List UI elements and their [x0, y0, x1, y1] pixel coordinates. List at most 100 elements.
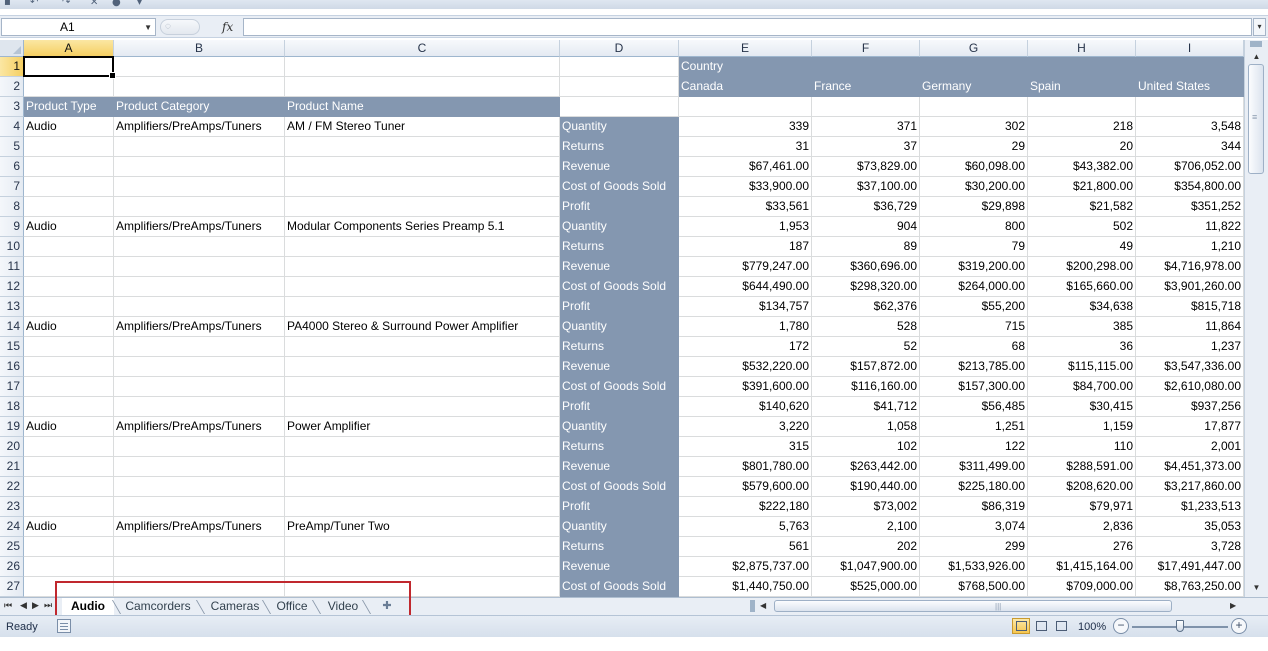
- value-cell[interactable]: 2,836: [1028, 517, 1136, 537]
- value-cell[interactable]: $311,499.00: [920, 457, 1028, 477]
- row-field-label[interactable]: Product Category: [114, 97, 285, 117]
- save-icon[interactable]: ▪: [4, 0, 11, 8]
- cell[interactable]: [114, 497, 285, 517]
- row-header[interactable]: 3: [0, 97, 24, 117]
- row-header[interactable]: 22: [0, 477, 24, 497]
- cell[interactable]: [285, 177, 560, 197]
- cell[interactable]: [560, 97, 679, 117]
- row-field-label[interactable]: Product Name: [285, 97, 560, 117]
- measure-label[interactable]: Quantity: [560, 517, 679, 537]
- cell[interactable]: [285, 397, 560, 417]
- cell[interactable]: [114, 477, 285, 497]
- value-cell[interactable]: 5,763: [679, 517, 812, 537]
- row-header[interactable]: 25: [0, 537, 24, 557]
- cell[interactable]: [1028, 57, 1136, 77]
- value-cell[interactable]: 2,001: [1136, 437, 1244, 457]
- cell[interactable]: [285, 297, 560, 317]
- value-cell[interactable]: $1,047,900.00: [812, 557, 920, 577]
- measure-label[interactable]: Quantity: [560, 317, 679, 337]
- value-cell[interactable]: $86,319: [920, 497, 1028, 517]
- product-category-cell[interactable]: Amplifiers/PreAmps/Tuners: [114, 417, 285, 437]
- cell[interactable]: [24, 177, 114, 197]
- zoom-level[interactable]: 100%: [1078, 619, 1106, 635]
- row-header[interactable]: 15: [0, 337, 24, 357]
- clear-icon[interactable]: ✕: [90, 0, 98, 8]
- measure-label[interactable]: Cost of Goods Sold: [560, 277, 679, 297]
- product-name-cell[interactable]: Power Amplifier: [285, 417, 560, 437]
- cell[interactable]: [285, 197, 560, 217]
- measure-label[interactable]: Returns: [560, 137, 679, 157]
- cell[interactable]: [24, 437, 114, 457]
- value-cell[interactable]: $30,200.00: [920, 177, 1028, 197]
- cell[interactable]: [114, 397, 285, 417]
- measure-label[interactable]: Profit: [560, 497, 679, 517]
- cell[interactable]: [560, 77, 679, 97]
- cell[interactable]: [285, 137, 560, 157]
- value-cell[interactable]: $525,000.00: [812, 577, 920, 597]
- cell[interactable]: [114, 197, 285, 217]
- measure-label[interactable]: Returns: [560, 537, 679, 557]
- value-cell[interactable]: 315: [679, 437, 812, 457]
- value-cell[interactable]: $55,200: [920, 297, 1028, 317]
- measure-label[interactable]: Quantity: [560, 217, 679, 237]
- value-cell[interactable]: 528: [812, 317, 920, 337]
- cell[interactable]: [24, 137, 114, 157]
- cell[interactable]: [24, 537, 114, 557]
- measure-label[interactable]: Profit: [560, 297, 679, 317]
- value-cell[interactable]: $4,716,978.00: [1136, 257, 1244, 277]
- measure-label[interactable]: Returns: [560, 437, 679, 457]
- row-field-label[interactable]: Product Type: [24, 97, 114, 117]
- cell[interactable]: [24, 497, 114, 517]
- value-cell[interactable]: $200,298.00: [1028, 257, 1136, 277]
- value-cell[interactable]: $30,415: [1028, 397, 1136, 417]
- country-field-label[interactable]: Country: [679, 57, 812, 77]
- split-box[interactable]: [1250, 41, 1262, 47]
- value-cell[interactable]: $3,217,860.00: [1136, 477, 1244, 497]
- value-cell[interactable]: $3,547,336.00: [1136, 357, 1244, 377]
- scroll-right-icon[interactable]: ▶: [1230, 599, 1236, 613]
- cell[interactable]: [114, 237, 285, 257]
- refresh-icon[interactable]: ●: [112, 0, 121, 8]
- value-cell[interactable]: $1,440,750.00: [679, 577, 812, 597]
- cell[interactable]: [24, 257, 114, 277]
- row-header[interactable]: 8: [0, 197, 24, 217]
- cell[interactable]: [24, 457, 114, 477]
- measure-label[interactable]: Quantity: [560, 117, 679, 137]
- cell[interactable]: [812, 97, 920, 117]
- value-cell[interactable]: 31: [679, 137, 812, 157]
- value-cell[interactable]: $225,180.00: [920, 477, 1028, 497]
- value-cell[interactable]: 800: [920, 217, 1028, 237]
- value-cell[interactable]: 52: [812, 337, 920, 357]
- normal-view-button[interactable]: [1012, 618, 1030, 634]
- value-cell[interactable]: $67,461.00: [679, 157, 812, 177]
- cell[interactable]: [24, 237, 114, 257]
- cell[interactable]: [114, 437, 285, 457]
- formula-input[interactable]: [243, 18, 1252, 36]
- value-cell[interactable]: 371: [812, 117, 920, 137]
- last-sheet-icon[interactable]: ⏭: [44, 599, 52, 613]
- cell[interactable]: [24, 357, 114, 377]
- value-cell[interactable]: 276: [1028, 537, 1136, 557]
- value-cell[interactable]: $190,440.00: [812, 477, 920, 497]
- value-cell[interactable]: 49: [1028, 237, 1136, 257]
- scroll-down-icon[interactable]: ▼: [1249, 581, 1264, 595]
- chevron-down-icon[interactable]: ▼: [144, 19, 152, 36]
- cell[interactable]: [114, 337, 285, 357]
- value-cell[interactable]: $351,252: [1136, 197, 1244, 217]
- value-cell[interactable]: $56,485: [920, 397, 1028, 417]
- formula-cancel-button[interactable]: ◌: [160, 19, 200, 35]
- value-cell[interactable]: 202: [812, 537, 920, 557]
- page-break-preview-button[interactable]: [1052, 618, 1070, 634]
- measure-label[interactable]: Cost of Goods Sold: [560, 377, 679, 397]
- page-layout-view-button[interactable]: [1032, 618, 1050, 634]
- row-header[interactable]: 24: [0, 517, 24, 537]
- product-name-cell[interactable]: PreAmp/Tuner Two: [285, 517, 560, 537]
- value-cell[interactable]: $73,002: [812, 497, 920, 517]
- value-cell[interactable]: 502: [1028, 217, 1136, 237]
- column-header-e[interactable]: E: [679, 40, 812, 57]
- cell[interactable]: [285, 557, 560, 577]
- measure-label[interactable]: Revenue: [560, 257, 679, 277]
- customize-toolbar-icon[interactable]: ▾: [137, 0, 142, 8]
- column-header-c[interactable]: C: [285, 40, 560, 57]
- cell[interactable]: [679, 97, 812, 117]
